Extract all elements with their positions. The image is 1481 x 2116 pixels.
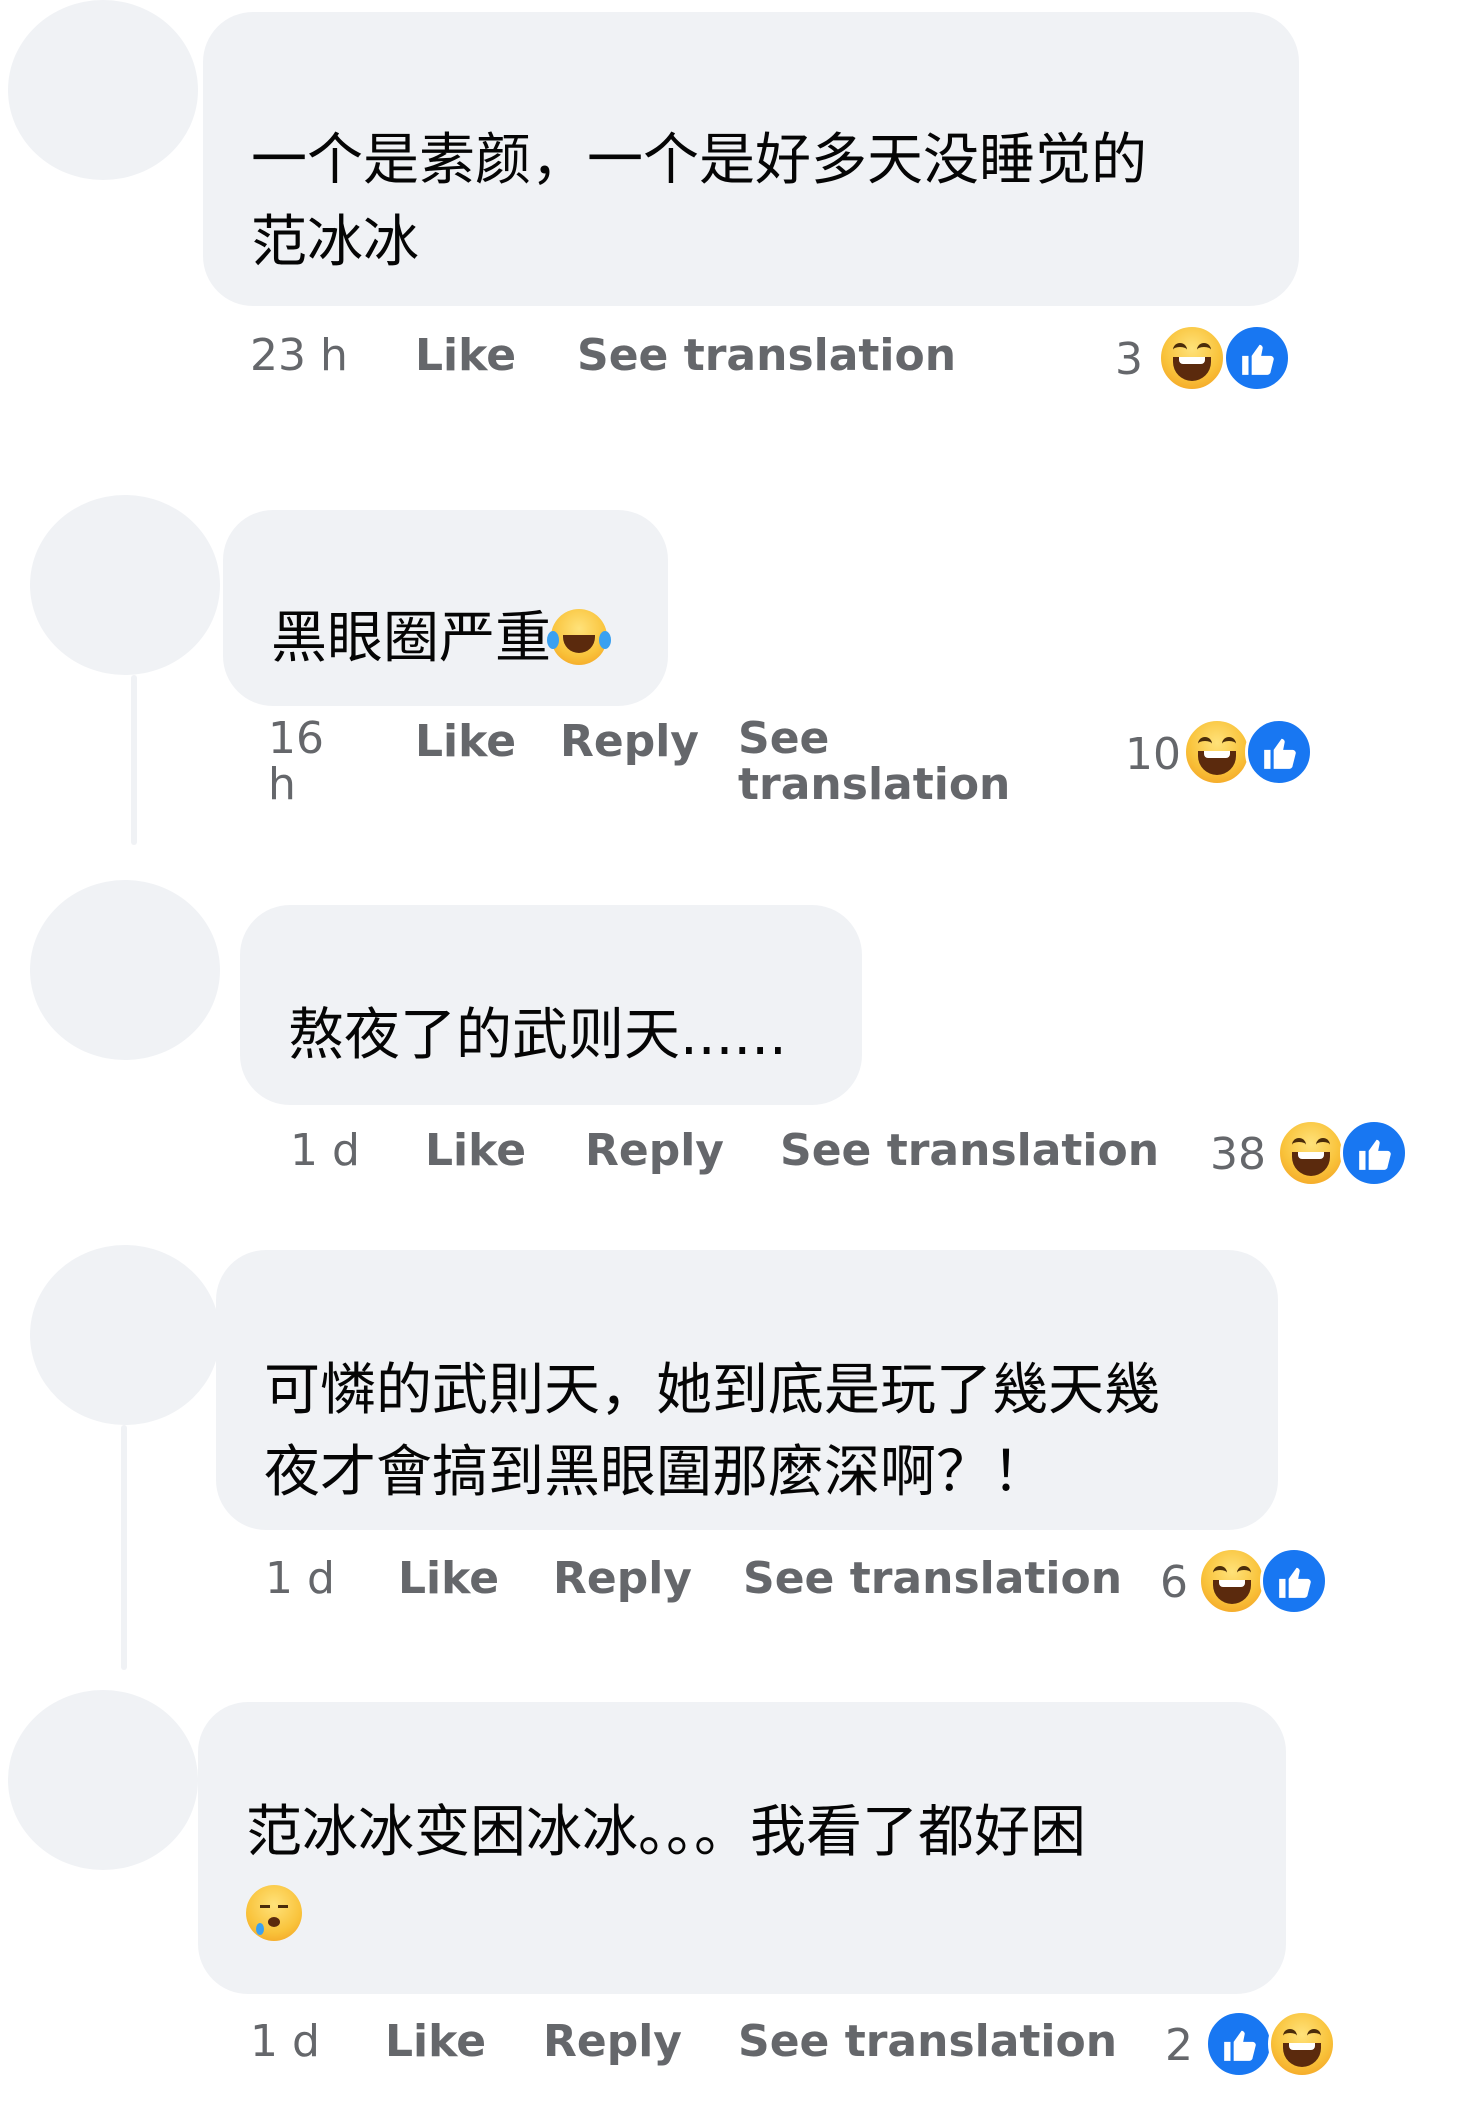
comment-actions: 16 h Like Reply See translation 10 — [0, 716, 1481, 808]
reply-button[interactable]: Reply — [543, 2016, 682, 2067]
comment-bubble: 一个是素颜，一个是好多天没睡觉的 范冰冰 — [203, 12, 1299, 306]
see-translation-link[interactable]: See translation — [577, 330, 956, 381]
haha-icon — [1268, 2010, 1336, 2078]
reaction-count[interactable]: 3 — [1115, 334, 1143, 385]
see-translation-link[interactable]: See translation — [743, 1553, 1122, 1604]
like-button[interactable]: Like — [385, 2016, 486, 2067]
comment-bubble: 可憐的武則天，她到底是玩了幾天幾 夜才會搞到黑眼圍那麼深啊？！ — [216, 1250, 1278, 1530]
reaction-count[interactable]: 2 — [1165, 2020, 1193, 2071]
like-icon — [1260, 1547, 1328, 1615]
haha-icon — [1158, 324, 1226, 392]
avatar[interactable] — [8, 1690, 198, 1870]
thread-line — [121, 1425, 127, 1670]
reaction-count[interactable]: 38 — [1210, 1129, 1266, 1180]
comment-text-line: 一个是素颜，一个是好多天没睡觉的 — [251, 128, 1147, 193]
comment-text: 熬夜了的武则天...... — [288, 1003, 787, 1068]
see-translation-link[interactable]: See translation — [738, 2016, 1117, 2067]
see-translation-link[interactable]: See translation — [780, 1125, 1159, 1176]
avatar[interactable] — [30, 495, 220, 675]
reaction-count[interactable]: 6 — [1160, 1557, 1188, 1608]
timestamp[interactable]: 1 d — [265, 1553, 335, 1604]
avatar[interactable] — [8, 0, 198, 180]
timestamp[interactable]: 16 h — [268, 716, 328, 808]
see-translation-link[interactable]: See translation — [738, 716, 1010, 808]
reaction-count[interactable]: 10 — [1125, 729, 1181, 780]
comment-text-line: 夜才會搞到黑眼圍那麼深啊？！ — [264, 1440, 1048, 1505]
comment-text: 黑眼圈严重 — [271, 606, 551, 671]
like-button[interactable]: Like — [398, 1553, 499, 1604]
comment-bubble: 熬夜了的武则天...... — [240, 905, 862, 1105]
avatar[interactable] — [30, 1245, 220, 1425]
like-icon — [1245, 718, 1313, 786]
comment-text-line: 范冰冰变困冰冰。。。我看了都好困 — [246, 1800, 1086, 1865]
comment-actions: 23 h Like See translation 3 — [0, 324, 1481, 400]
comment-text-line: 范冰冰 — [251, 210, 419, 275]
haha-icon — [1277, 1119, 1345, 1187]
comment-actions: 1 d Like Reply See translation 2 — [0, 2010, 1481, 2086]
like-icon — [1223, 324, 1291, 392]
like-button[interactable]: Like — [415, 716, 516, 767]
reply-button[interactable]: Reply — [585, 1125, 724, 1176]
like-button[interactable]: Like — [415, 330, 516, 381]
reply-button[interactable]: Reply — [560, 716, 699, 767]
like-icon — [1205, 2010, 1273, 2078]
avatar[interactable] — [30, 880, 220, 1060]
comment-actions: 1 d Like Reply See translation 38 — [0, 1119, 1481, 1195]
comment-text-line: 可憐的武則天，她到底是玩了幾天幾 — [264, 1358, 1160, 1423]
haha-icon — [1183, 718, 1251, 786]
reply-button[interactable]: Reply — [553, 1553, 692, 1604]
like-button[interactable]: Like — [425, 1125, 526, 1176]
like-icon — [1340, 1119, 1408, 1187]
comment-actions: 1 d Like Reply See translation 6 — [0, 1547, 1481, 1623]
comment-bubble: 范冰冰变困冰冰。。。我看了都好困 — [198, 1702, 1286, 1994]
sleepy-face-icon — [246, 1885, 302, 1941]
timestamp[interactable]: 1 d — [290, 1125, 360, 1176]
haha-icon — [1198, 1547, 1266, 1615]
timestamp[interactable]: 1 d — [250, 2016, 320, 2067]
timestamp[interactable]: 23 h — [250, 330, 348, 381]
face-with-tears-of-joy-icon — [547, 609, 611, 665]
comment-bubble: 黑眼圈严重 — [223, 510, 668, 706]
